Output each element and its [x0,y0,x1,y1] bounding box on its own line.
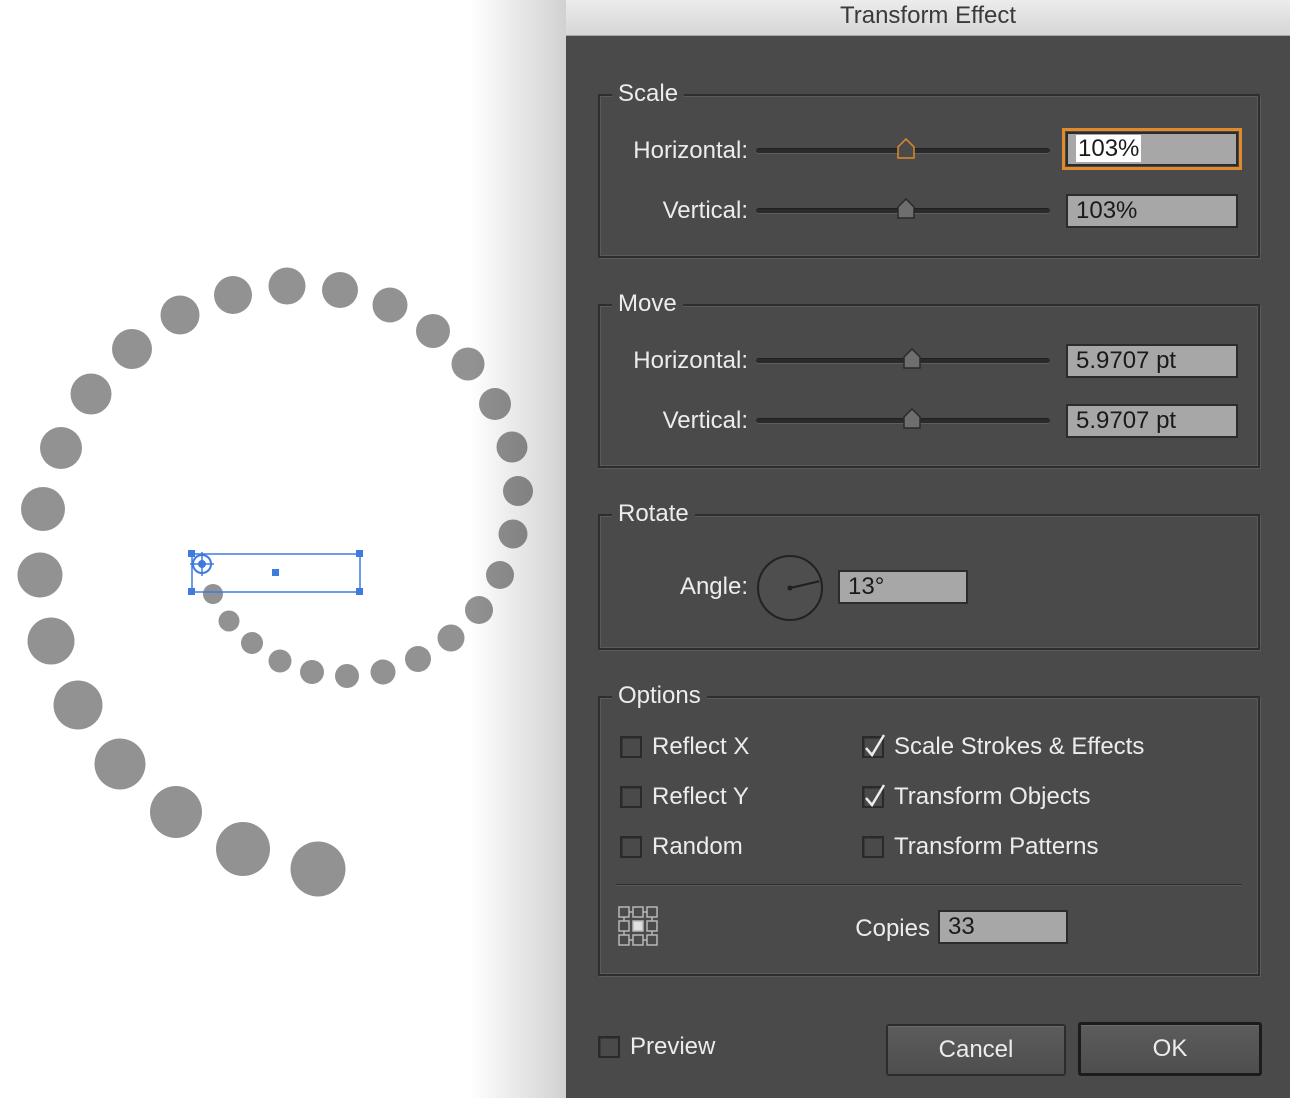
spiral-dot [214,276,252,314]
spiral-dot [218,610,240,632]
scale-horizontal-value: 103% [1076,135,1142,162]
angle-input[interactable]: 13° [838,570,968,604]
spiral-dot [335,664,359,688]
spiral-dot [300,660,324,684]
reflect-y-label[interactable]: Reflect Y [652,782,749,812]
transform-effect-dialog: Transform Effect Scale Horizontal: 103% … [566,0,1296,1098]
spiral-dot [17,552,63,598]
spiral-dot [416,314,450,348]
random-checkbox[interactable] [620,836,642,858]
rotate-legend: Rotate [612,500,695,528]
move-vertical-slider-thumb[interactable] [902,408,922,430]
spiral-dot [160,295,200,335]
spiral-dot [21,487,65,531]
transform-objects-label[interactable]: Transform Objects [894,782,1091,812]
scale-vertical-slider-thumb[interactable] [896,198,916,220]
spiral-dot [53,680,103,730]
options-group: Options Reflect X Reflect Y Random Scale… [598,682,1260,976]
move-horizontal-slider-thumb[interactable] [902,348,922,370]
reference-point-locator-icon[interactable] [618,906,658,946]
reflect-x-label[interactable]: Reflect X [652,732,749,762]
move-horizontal-input[interactable]: 5.9707 pt [1066,344,1238,378]
scale-vertical-slider[interactable] [756,198,1050,219]
dialog-right-edge [1290,0,1296,1098]
random-label[interactable]: Random [652,832,743,862]
spiral-dot [437,624,465,652]
panel-shadow [470,0,566,1098]
move-group: Move Horizontal: 5.9707 pt Vertical: 5.9… [598,290,1260,468]
preview-label[interactable]: Preview [630,1032,715,1062]
spiral-dot [203,584,223,604]
spiral-dot [370,659,396,685]
transform-patterns-label[interactable]: Transform Patterns [894,832,1099,862]
scale-horizontal-input[interactable]: 103% [1062,128,1242,170]
scale-strokes-label[interactable]: Scale Strokes & Effects [894,732,1144,762]
spiral-dot [27,617,75,665]
checkmark-icon [865,784,886,808]
scale-horizontal-label: Horizontal: [633,137,748,164]
checkmark-icon [865,734,886,758]
move-vertical-label: Vertical: [662,407,748,434]
spiral-dot [241,632,263,654]
move-horizontal-slider[interactable] [756,348,1050,369]
move-vertical-slider[interactable] [756,408,1050,429]
spiral-dot [94,738,146,790]
angle-dial-icon[interactable] [756,554,824,622]
spiral-dot [70,373,112,415]
scale-horizontal-slider[interactable] [756,138,1050,159]
spiral-dot [290,841,346,897]
cancel-button[interactable]: Cancel [886,1024,1066,1076]
scale-strokes-checkbox[interactable] [862,734,886,758]
angle-label: Angle: [679,573,748,600]
rotate-group: Rotate Angle: 13° [598,500,1260,650]
move-legend: Move [612,290,683,318]
transform-patterns-checkbox[interactable] [862,836,884,858]
scale-horizontal-slider-thumb[interactable] [896,138,916,160]
spiral-dot [322,272,358,308]
scale-group: Scale Horizontal: 103% Vertical: 103% [598,80,1260,258]
spiral-dot [405,646,431,672]
ok-button[interactable]: OK [1078,1022,1262,1076]
spiral-dot [150,786,202,838]
options-legend: Options [612,682,707,710]
move-vertical-input[interactable]: 5.9707 pt [1066,404,1238,438]
spiral-dot [268,267,306,305]
spiral-dot [112,329,152,369]
dialog-title[interactable]: Transform Effect [566,0,1290,36]
reflect-y-checkbox[interactable] [620,786,642,808]
spiral-dot [40,427,82,469]
copies-label: Copies [855,915,930,942]
reflect-x-checkbox[interactable] [620,736,642,758]
scale-vertical-input[interactable]: 103% [1066,194,1238,228]
move-horizontal-label: Horizontal: [633,347,748,374]
spiral-dot [268,649,292,673]
scale-vertical-label: Vertical: [662,197,748,224]
transform-objects-checkbox[interactable] [862,784,886,808]
scale-legend: Scale [612,80,685,108]
artboard-canvas[interactable] [0,0,566,1098]
options-divider [616,884,1242,886]
spiral-dot [216,822,270,876]
preview-checkbox[interactable] [598,1036,620,1058]
spiral-dot [372,287,408,323]
copies-input[interactable]: 33 [938,910,1068,944]
